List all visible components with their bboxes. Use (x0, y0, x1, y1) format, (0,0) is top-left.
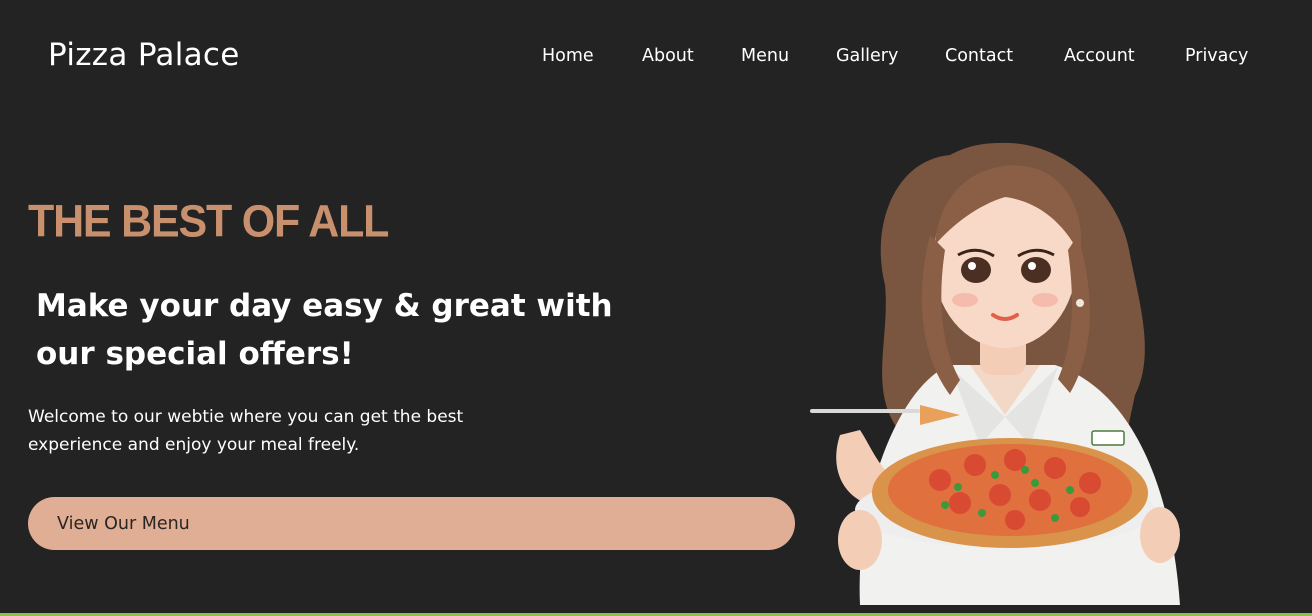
view-menu-button[interactable]: View Our Menu (28, 497, 795, 550)
nav-about[interactable]: About (642, 46, 694, 66)
nav-menu[interactable]: Menu (741, 46, 789, 66)
hero-headline: Make your day easy & great with our spec… (36, 288, 613, 372)
chef-woman-with-pizza-illustration (810, 142, 1180, 605)
nav-contact[interactable]: Contact (945, 46, 1013, 66)
main-nav: Home About Menu Gallery Contact Account … (0, 46, 1312, 70)
nav-account[interactable]: Account (1064, 46, 1135, 66)
nav-home[interactable]: Home (542, 46, 594, 66)
hero-lead-text: Welcome to our webtie where you can get … (28, 407, 464, 455)
page: Pizza Palace Home About Menu Gallery Con… (0, 0, 1312, 616)
nav-gallery[interactable]: Gallery (836, 46, 898, 66)
hero-tagline: THE BEST OF ALL (28, 196, 389, 248)
nav-privacy[interactable]: Privacy (1185, 46, 1248, 66)
